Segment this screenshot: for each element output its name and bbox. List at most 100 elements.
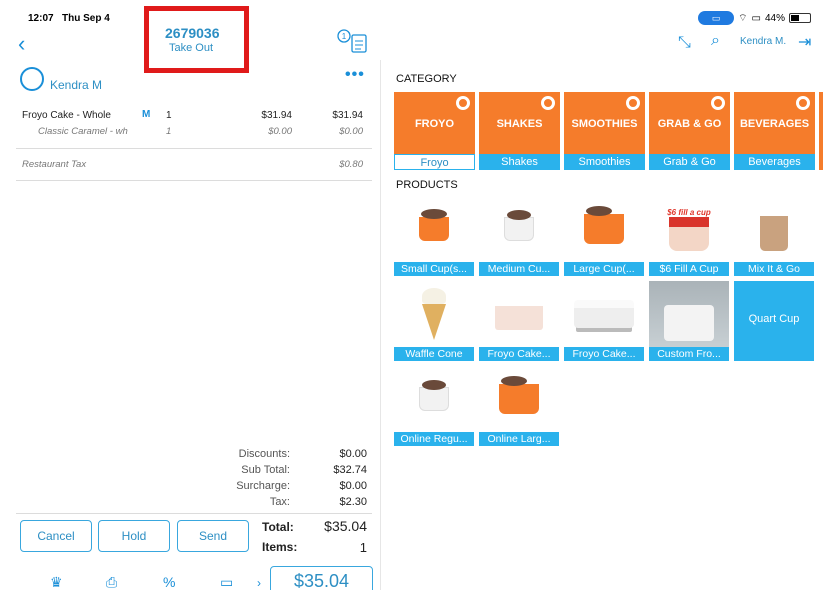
product-custom-cake[interactable]: Custom Fro... — [649, 281, 729, 361]
status-right: ▭ ⌔ ▭ 44% — [698, 11, 811, 25]
discounts-value: $0.00 — [339, 448, 367, 460]
send-button[interactable]: Send — [177, 520, 249, 552]
divider — [16, 180, 372, 181]
percent-icon[interactable]: % — [163, 574, 175, 590]
category-beverages[interactable]: BEVERAGES Beverages — [734, 92, 815, 170]
order-number: 2679036 — [165, 25, 220, 41]
divider — [16, 513, 372, 514]
product-image — [479, 196, 559, 262]
brand-ring-icon — [541, 96, 555, 110]
category-label: Smoothies — [564, 154, 645, 170]
printer-icon[interactable]: ⎙ — [106, 574, 117, 590]
user-avatar-icon[interactable] — [20, 67, 44, 91]
product-image — [564, 281, 644, 347]
product-fill-a-cup[interactable]: $6 fill a cup $6 Fill A Cup — [649, 196, 729, 276]
subtotal-value: $32.74 — [333, 464, 367, 476]
tax-line-total: $0.80 — [339, 159, 363, 170]
line-item-total: $31.94 — [332, 110, 363, 121]
subtotal-label: Sub Total: — [241, 464, 290, 476]
category-section-label: CATEGORY — [396, 73, 457, 85]
product-medium-cup[interactable]: Medium Cu... — [479, 196, 559, 276]
wifi-icon: ⌔ — [738, 12, 748, 24]
screen-mirroring-icon: ▭ — [698, 11, 735, 25]
tax-value: $2.30 — [339, 496, 367, 508]
product-label: Custom Fro... — [649, 347, 729, 361]
receipt-badge: 1 — [342, 32, 347, 41]
product-froyo-cake-whole[interactable]: Froyo Cake... — [564, 281, 644, 361]
card-icon[interactable]: ▭ — [220, 574, 233, 590]
category-label: Shakes — [479, 154, 560, 170]
brand-ring-icon — [796, 96, 810, 110]
surcharge-value: $0.00 — [339, 480, 367, 492]
product-label: Froyo Cake... — [479, 347, 559, 361]
modifier-qty: 1 — [166, 126, 172, 137]
header-user-name[interactable]: Kendra M. — [740, 36, 786, 47]
product-quart-cup[interactable]: Quart Cup — [734, 281, 814, 361]
total-value: $35.04 — [324, 518, 367, 534]
trophy-icon[interactable]: ♛ — [50, 574, 63, 590]
items-label: Items: — [262, 540, 298, 554]
tax-line-name: Restaurant Tax — [22, 159, 87, 170]
category-label: Beverages — [734, 154, 815, 170]
category-smoothies[interactable]: SMOOTHIES Smoothies — [564, 92, 645, 170]
product-label: Online Regu... — [394, 432, 474, 446]
divider — [16, 148, 372, 149]
hold-button[interactable]: Hold — [98, 520, 170, 552]
category-shakes[interactable]: SHAKES Shakes — [479, 92, 560, 170]
product-waffle-cone[interactable]: Waffle Cone — [394, 281, 474, 361]
product-online-large[interactable]: Online Larg... — [479, 366, 559, 446]
modifier-total: $0.00 — [339, 126, 363, 137]
brand-ring-icon — [626, 96, 640, 110]
pay-chevron-icon: › — [257, 576, 261, 590]
tax-label: Tax: — [269, 496, 290, 508]
modifier-marker: M — [142, 109, 151, 120]
total-label: Total: — [262, 520, 294, 534]
product-banner: $6 fill a cup — [667, 207, 711, 217]
category-overflow[interactable] — [819, 92, 823, 170]
product-label: Medium Cu... — [479, 262, 559, 276]
category-word: BEVERAGES — [739, 118, 810, 130]
cast-icon: ▭ — [751, 12, 761, 24]
logout-icon[interactable]: ⇥ — [798, 32, 811, 52]
category-label: Froyo — [394, 154, 475, 170]
product-online-regular[interactable]: Online Regu... — [394, 366, 474, 446]
product-label: Online Larg... — [479, 432, 559, 446]
line-item-price: $31.94 — [261, 110, 292, 121]
category-word: FROYO — [414, 118, 455, 130]
status-time: 12:07 — [28, 13, 54, 24]
category-froyo[interactable]: FROYO Froyo — [394, 92, 475, 170]
product-image — [394, 281, 474, 347]
product-image — [479, 366, 559, 432]
product-image — [649, 281, 729, 347]
customer-name[interactable]: Kendra M — [50, 78, 102, 92]
panel-divider — [380, 60, 381, 590]
back-chevron-icon[interactable]: ‹ — [18, 33, 25, 55]
product-image — [734, 196, 814, 262]
search-icon[interactable]: ⌕ — [711, 32, 720, 50]
product-large-cup[interactable]: Large Cup(... — [564, 196, 644, 276]
product-label: $6 Fill A Cup — [649, 262, 729, 276]
expand-icon[interactable]: ⤡ — [678, 34, 691, 52]
product-label: Small Cup(s... — [394, 262, 474, 276]
brand-ring-icon — [456, 96, 470, 110]
product-label: Mix It & Go — [734, 262, 814, 276]
category-grab-go[interactable]: GRAB & GO Grab & Go — [649, 92, 730, 170]
order-type[interactable]: Take Out — [169, 42, 213, 54]
product-image — [479, 281, 559, 347]
battery-icon — [789, 13, 811, 23]
pay-button[interactable]: $35.04 — [270, 566, 373, 590]
product-small-cup[interactable]: Small Cup(s... — [394, 196, 474, 276]
items-value: 1 — [359, 540, 367, 555]
line-item-name: Froyo Cake - Whole — [22, 110, 111, 121]
product-froyo-cake-slice[interactable]: Froyo Cake... — [479, 281, 559, 361]
surcharge-label: Surcharge: — [236, 480, 290, 492]
cancel-button[interactable]: Cancel — [20, 520, 92, 552]
modifier-price: $0.00 — [268, 126, 292, 137]
status-date: Thu Sep 4 — [62, 13, 110, 24]
receipt-icon[interactable]: 1 — [335, 28, 371, 54]
category-label: Grab & Go — [649, 154, 730, 170]
more-options-icon[interactable]: ••• — [345, 66, 365, 84]
product-image — [394, 196, 474, 262]
product-label: Quart Cup — [748, 313, 800, 325]
product-mix-it-go[interactable]: Mix It & Go — [734, 196, 814, 276]
